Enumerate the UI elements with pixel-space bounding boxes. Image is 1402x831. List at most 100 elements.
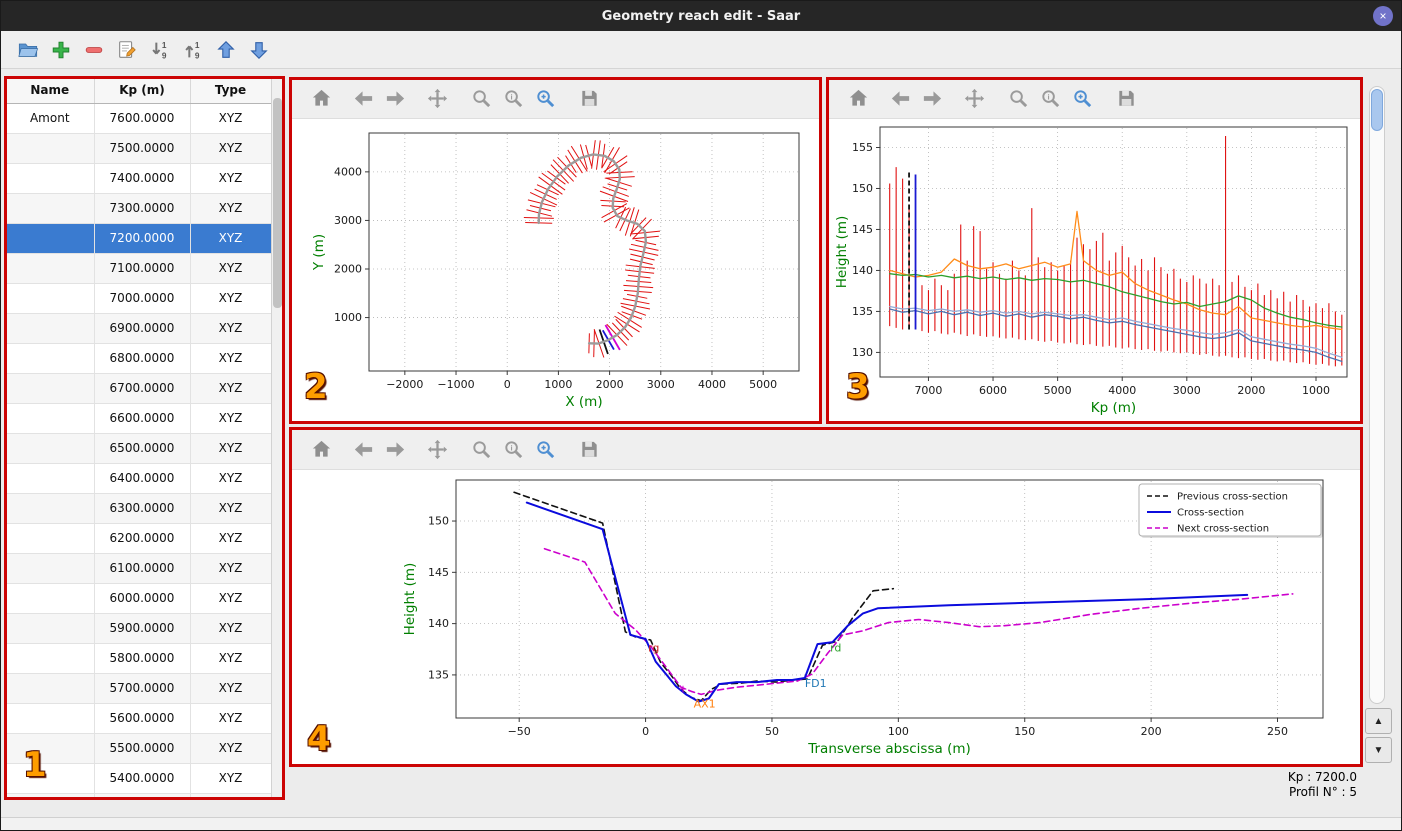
save-button[interactable] bbox=[573, 434, 605, 466]
table-cell[interactable]: 6800.0000 bbox=[94, 343, 191, 374]
forward-button[interactable] bbox=[916, 83, 948, 115]
column-header[interactable]: Type bbox=[190, 78, 271, 104]
table-cell[interactable]: XYZ bbox=[190, 403, 271, 434]
table-cell[interactable] bbox=[6, 673, 95, 704]
table-cell[interactable]: XYZ bbox=[190, 313, 271, 344]
edit-button[interactable] bbox=[112, 35, 142, 65]
table-row[interactable]: 5300.0000XYZ bbox=[6, 793, 271, 798]
open-button[interactable] bbox=[13, 35, 43, 65]
table-cell[interactable] bbox=[6, 463, 95, 494]
table-cell[interactable]: XYZ bbox=[190, 133, 271, 164]
home-button[interactable] bbox=[305, 434, 337, 466]
table-row[interactable]: 6800.0000 XYZ bbox=[6, 343, 271, 374]
table-scrollbar-thumb[interactable] bbox=[273, 98, 282, 308]
table-row[interactable]: 7300.0000 XYZ bbox=[6, 193, 271, 224]
table-cell[interactable] bbox=[6, 763, 95, 794]
save-button[interactable] bbox=[573, 83, 605, 115]
table-row[interactable]: 7500.0000 XYZ bbox=[6, 133, 271, 164]
table-cell[interactable]: 7500.0000 bbox=[94, 133, 191, 164]
table-cell[interactable] bbox=[6, 223, 95, 254]
plan-plot[interactable]: −2000 −1000 0 1000 2000 3000 4000 5000 1000 2000 3… bbox=[291, 119, 821, 423]
table-row[interactable]: 5900.0000 XYZ bbox=[6, 613, 271, 644]
table-cell[interactable]: 6100.0000 bbox=[94, 553, 191, 584]
table-row[interactable]: 6400.0000 XYZ bbox=[6, 463, 271, 494]
table-cell[interactable]: XYZ bbox=[190, 463, 271, 494]
table-cell[interactable] bbox=[6, 733, 95, 764]
move-down-button[interactable] bbox=[244, 35, 274, 65]
table-cell[interactable] bbox=[6, 133, 95, 164]
table-cell[interactable]: XYZ bbox=[190, 493, 271, 524]
zoom-info-button[interactable]: i bbox=[497, 434, 529, 466]
table-cell[interactable]: 5500.0000 bbox=[94, 733, 191, 764]
table-cell[interactable]: XYZ bbox=[190, 553, 271, 584]
table-cell[interactable] bbox=[6, 553, 95, 584]
table-cell[interactable]: XYZ bbox=[190, 643, 271, 674]
forward-button[interactable] bbox=[379, 83, 411, 115]
table-cell[interactable]: XYZ bbox=[190, 373, 271, 404]
sort-desc-button[interactable]: 19 bbox=[145, 35, 175, 65]
table-cell[interactable]: 7000.0000 bbox=[94, 283, 191, 314]
table-cell[interactable]: XYZ bbox=[190, 583, 271, 614]
table-cell[interactable]: 5800.0000 bbox=[94, 643, 191, 674]
table-cell[interactable] bbox=[6, 313, 95, 344]
table-cell[interactable]: 7600.0000 bbox=[94, 103, 191, 134]
table-cell[interactable]: XYZ bbox=[190, 433, 271, 464]
close-button[interactable]: × bbox=[1373, 6, 1393, 26]
zoom-info-button[interactable]: i bbox=[497, 83, 529, 115]
save-button[interactable] bbox=[1110, 83, 1142, 115]
table-row[interactable]: 5400.0000 XYZ bbox=[6, 763, 271, 794]
table-cell[interactable] bbox=[6, 703, 95, 734]
cross-section-plot[interactable]: rg rd FD1 AX1 + −50 0 50 100 150 200 250 135 140 145 15… bbox=[291, 470, 1361, 766]
zoom-button[interactable] bbox=[1002, 83, 1034, 115]
profile-down-button[interactable]: ▼ bbox=[1365, 737, 1392, 763]
add-button[interactable] bbox=[46, 35, 76, 65]
remove-button[interactable] bbox=[79, 35, 109, 65]
table-cell[interactable]: 5600.0000 bbox=[94, 703, 191, 734]
table-cell[interactable] bbox=[6, 283, 95, 314]
table-row[interactable]: 6000.0000 XYZ bbox=[6, 583, 271, 614]
table-cell[interactable]: XYZ bbox=[190, 193, 271, 224]
table-cell[interactable]: XYZ bbox=[190, 223, 271, 254]
table-cell[interactable] bbox=[6, 493, 95, 524]
home-button[interactable] bbox=[305, 83, 337, 115]
pan-button[interactable] bbox=[421, 83, 453, 115]
zoom-button[interactable] bbox=[465, 434, 497, 466]
table-scrollbar[interactable] bbox=[271, 78, 283, 798]
table-row[interactable]: 7200.0000 XYZ bbox=[6, 223, 271, 254]
sort-asc-button[interactable]: 19 bbox=[178, 35, 208, 65]
table-cell[interactable]: XYZ bbox=[190, 163, 271, 194]
table-cell[interactable] bbox=[6, 793, 95, 798]
table-cell[interactable]: 6000.0000 bbox=[94, 583, 191, 614]
table-cell[interactable] bbox=[6, 433, 95, 464]
table-row[interactable]: 6600.0000 XYZ bbox=[6, 403, 271, 434]
pan-button[interactable] bbox=[958, 83, 990, 115]
table-cell[interactable] bbox=[6, 253, 95, 284]
table-cell[interactable]: 6900.0000 bbox=[94, 313, 191, 344]
table-cell[interactable]: 6700.0000 bbox=[94, 373, 191, 404]
table-cell[interactable] bbox=[6, 613, 95, 644]
table-row[interactable]: 5800.0000 XYZ bbox=[6, 643, 271, 674]
table-cell[interactable]: XYZ bbox=[190, 733, 271, 764]
table-row[interactable]: 7400.0000 XYZ bbox=[6, 163, 271, 194]
longitudinal-profile-plot[interactable]: 7000 6000 5000 4000 3000 2000 1000 130 135 140 145… bbox=[828, 119, 1361, 423]
table-row[interactable]: 6500.0000 XYZ bbox=[6, 433, 271, 464]
table-row[interactable]: 6200.0000 XYZ bbox=[6, 523, 271, 554]
table-cell[interactable]: XYZ bbox=[190, 253, 271, 284]
table-row[interactable]: 6900.0000 XYZ bbox=[6, 313, 271, 344]
table-cell[interactable]: 7400.0000 bbox=[94, 163, 191, 194]
table-cell[interactable]: 5700.0000 bbox=[94, 673, 191, 704]
zoom-rect-button[interactable] bbox=[1066, 83, 1098, 115]
table-row[interactable]: 7100.0000 XYZ bbox=[6, 253, 271, 284]
table-cell[interactable]: 7200.0000 bbox=[94, 223, 191, 254]
table-cell[interactable]: XYZ bbox=[190, 343, 271, 374]
table-row[interactable]: 5600.0000 XYZ bbox=[6, 703, 271, 734]
table-cell[interactable] bbox=[6, 373, 95, 404]
table-cell[interactable] bbox=[6, 163, 95, 194]
profiles-scrollbar-thumb[interactable] bbox=[1371, 89, 1383, 131]
table-cell[interactable]: 7100.0000 bbox=[94, 253, 191, 284]
table-row[interactable]: 7000.0000 XYZ bbox=[6, 283, 271, 314]
home-button[interactable] bbox=[842, 83, 874, 115]
table-cell[interactable]: XYZ bbox=[190, 673, 271, 704]
table-cell[interactable]: 5400.0000 bbox=[94, 763, 191, 794]
zoom-button[interactable] bbox=[465, 83, 497, 115]
